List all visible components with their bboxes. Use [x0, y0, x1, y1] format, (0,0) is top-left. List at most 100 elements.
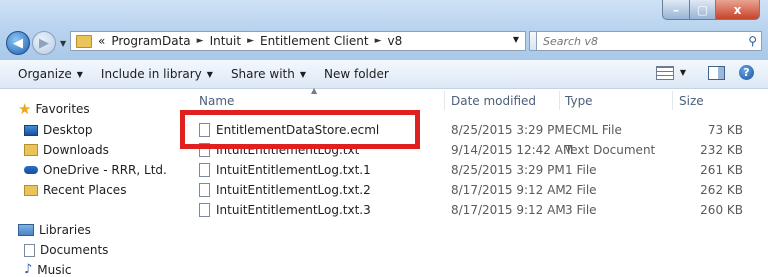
new-folder-button[interactable]: New folder	[324, 67, 389, 81]
file-date: 9/14/2015 12:42 AM	[451, 143, 574, 157]
nav-label: Libraries	[39, 223, 91, 237]
file-list: Name ▲ Date modified Type Size Entitleme…	[181, 86, 768, 275]
nav-label: Downloads	[43, 143, 109, 157]
file-date: 8/25/2015 3:29 PM	[451, 123, 565, 137]
chevron-right-icon[interactable]: ►	[247, 36, 254, 46]
file-row[interactable]: IntuitEntitlementLog.txt.1 8/25/2015 3:2…	[181, 160, 768, 180]
column-date-modified[interactable]: Date modified	[451, 94, 536, 108]
column-divider[interactable]	[559, 91, 560, 110]
file-row[interactable]: EntitlementDataStore.ecml 8/25/2015 3:29…	[181, 120, 768, 140]
breadcrumb-intuit[interactable]: Intuit	[210, 34, 242, 48]
minimize-button[interactable]: –	[662, 0, 690, 20]
file-icon	[199, 163, 210, 177]
window-controls: – ▢ x	[662, 0, 760, 20]
file-icon	[199, 183, 210, 197]
nav-label: Desktop	[43, 123, 93, 137]
chevron-down-icon[interactable]: ▼	[680, 68, 686, 77]
column-size[interactable]: Size	[679, 94, 704, 108]
share-with-button[interactable]: Share with ▼	[231, 67, 306, 81]
sort-up-icon: ▲	[311, 86, 318, 95]
file-size: 262 KB	[700, 183, 743, 197]
document-icon	[24, 243, 35, 257]
command-bar: Organize ▼ Include in library ▼ Share wi…	[0, 60, 768, 89]
organize-label: Organize	[18, 67, 72, 81]
navigation-buttons: ◀ ▶ ▼	[6, 31, 66, 55]
preview-pane-icon[interactable]	[708, 65, 725, 80]
chevron-down-icon[interactable]: ▼	[513, 35, 519, 44]
forward-button[interactable]: ▶	[32, 31, 56, 55]
help-icon[interactable]: ?	[739, 65, 754, 80]
nav-onedrive[interactable]: OneDrive - RRR, Ltd.	[24, 163, 167, 177]
column-divider[interactable]	[444, 91, 445, 110]
libraries-icon	[18, 224, 34, 236]
column-name[interactable]: Name	[199, 94, 234, 108]
file-row[interactable]: IntuitEntitlementLog.txt 9/14/2015 12:42…	[181, 140, 768, 160]
chevron-right-icon[interactable]: ►	[375, 36, 382, 46]
nav-desktop[interactable]: Desktop	[24, 123, 93, 137]
music-icon: ♪	[24, 262, 33, 277]
nav-favorites[interactable]: ★ Favorites	[18, 101, 90, 116]
file-name: IntuitEntitlementLog.txt.2	[216, 183, 371, 197]
share-with-label: Share with	[230, 67, 295, 81]
back-button[interactable]: ◀	[6, 31, 30, 55]
search-input[interactable]	[541, 33, 735, 49]
nav-documents[interactable]: Documents	[24, 243, 108, 257]
file-icon	[199, 123, 210, 137]
file-type: 3 File	[565, 203, 597, 217]
downloads-icon	[24, 144, 38, 156]
file-row[interactable]: IntuitEntitlementLog.txt.2 8/17/2015 9:1…	[181, 180, 768, 200]
search-icon[interactable]: ⚲	[748, 34, 757, 48]
column-header: Name ▲ Date modified Type Size	[181, 86, 768, 110]
column-divider[interactable]	[672, 91, 673, 110]
file-size: 260 KB	[700, 203, 743, 217]
recent-places-icon	[24, 184, 38, 196]
nav-label: Documents	[40, 243, 109, 257]
nav-label: OneDrive - RRR, Ltd.	[43, 163, 167, 177]
file-name: IntuitEntitlementLog.txt	[216, 143, 360, 157]
maximize-button[interactable]: ▢	[690, 0, 716, 20]
chevron-down-icon: ▼	[76, 69, 83, 79]
file-date: 8/17/2015 9:12 AM	[451, 183, 566, 197]
file-name: EntitlementDataStore.ecml	[216, 123, 380, 137]
recent-pages-dropdown[interactable]: ▼	[60, 39, 66, 48]
nav-downloads[interactable]: Downloads	[24, 143, 109, 157]
file-date: 8/17/2015 9:12 AM	[451, 203, 566, 217]
file-size: 73 KB	[707, 123, 743, 137]
breadcrumb-entitlement-client[interactable]: Entitlement Client	[260, 34, 369, 48]
file-size: 232 KB	[700, 143, 743, 157]
file-size: 261 KB	[700, 163, 743, 177]
file-type: 1 File	[565, 163, 597, 177]
chevron-down-icon: ▼	[206, 69, 213, 79]
nav-recent-places[interactable]: Recent Places	[24, 183, 126, 197]
file-icon	[199, 203, 210, 217]
file-name: IntuitEntitlementLog.txt.3	[216, 203, 371, 217]
file-icon	[199, 143, 210, 157]
nav-libraries[interactable]: Libraries	[18, 223, 91, 237]
search-box[interactable]: ⚲	[536, 31, 762, 51]
nav-label: Recent Places	[43, 183, 127, 197]
chevron-right-icon[interactable]: ►	[197, 36, 204, 46]
address-bar[interactable]: « ProgramData ► Intuit ► Entitlement Cli…	[70, 31, 526, 51]
include-in-library-button[interactable]: Include in library ▼	[101, 67, 213, 81]
close-button[interactable]: x	[716, 0, 760, 20]
folder-icon	[76, 34, 92, 48]
breadcrumb-v8[interactable]: v8	[388, 34, 403, 48]
desktop-icon	[24, 124, 38, 136]
breadcrumb-overflow[interactable]: «	[98, 34, 105, 48]
view-options-icon[interactable]	[655, 65, 674, 80]
breadcrumb-programdata[interactable]: ProgramData	[111, 34, 190, 48]
nav-label: Favorites	[35, 102, 90, 116]
cloud-icon	[24, 166, 38, 174]
include-in-library-label: Include in library	[100, 67, 202, 81]
file-type: 2 File	[565, 183, 597, 197]
file-row[interactable]: IntuitEntitlementLog.txt.3 8/17/2015 9:1…	[181, 200, 768, 220]
file-name: IntuitEntitlementLog.txt.1	[216, 163, 371, 177]
navigation-pane: ★ Favorites Desktop Downloads OneDrive -…	[0, 89, 180, 277]
organize-button[interactable]: Organize ▼	[18, 67, 83, 81]
chevron-down-icon: ▼	[299, 69, 306, 79]
column-type[interactable]: Type	[565, 94, 593, 108]
file-type: ECML File	[565, 123, 622, 137]
new-folder-label: New folder	[324, 67, 389, 81]
title-bar: – ▢ x ◀ ▶ ▼ « ProgramData ► Intuit ► Ent…	[0, 0, 768, 60]
file-date: 8/25/2015 3:29 PM	[451, 163, 565, 177]
